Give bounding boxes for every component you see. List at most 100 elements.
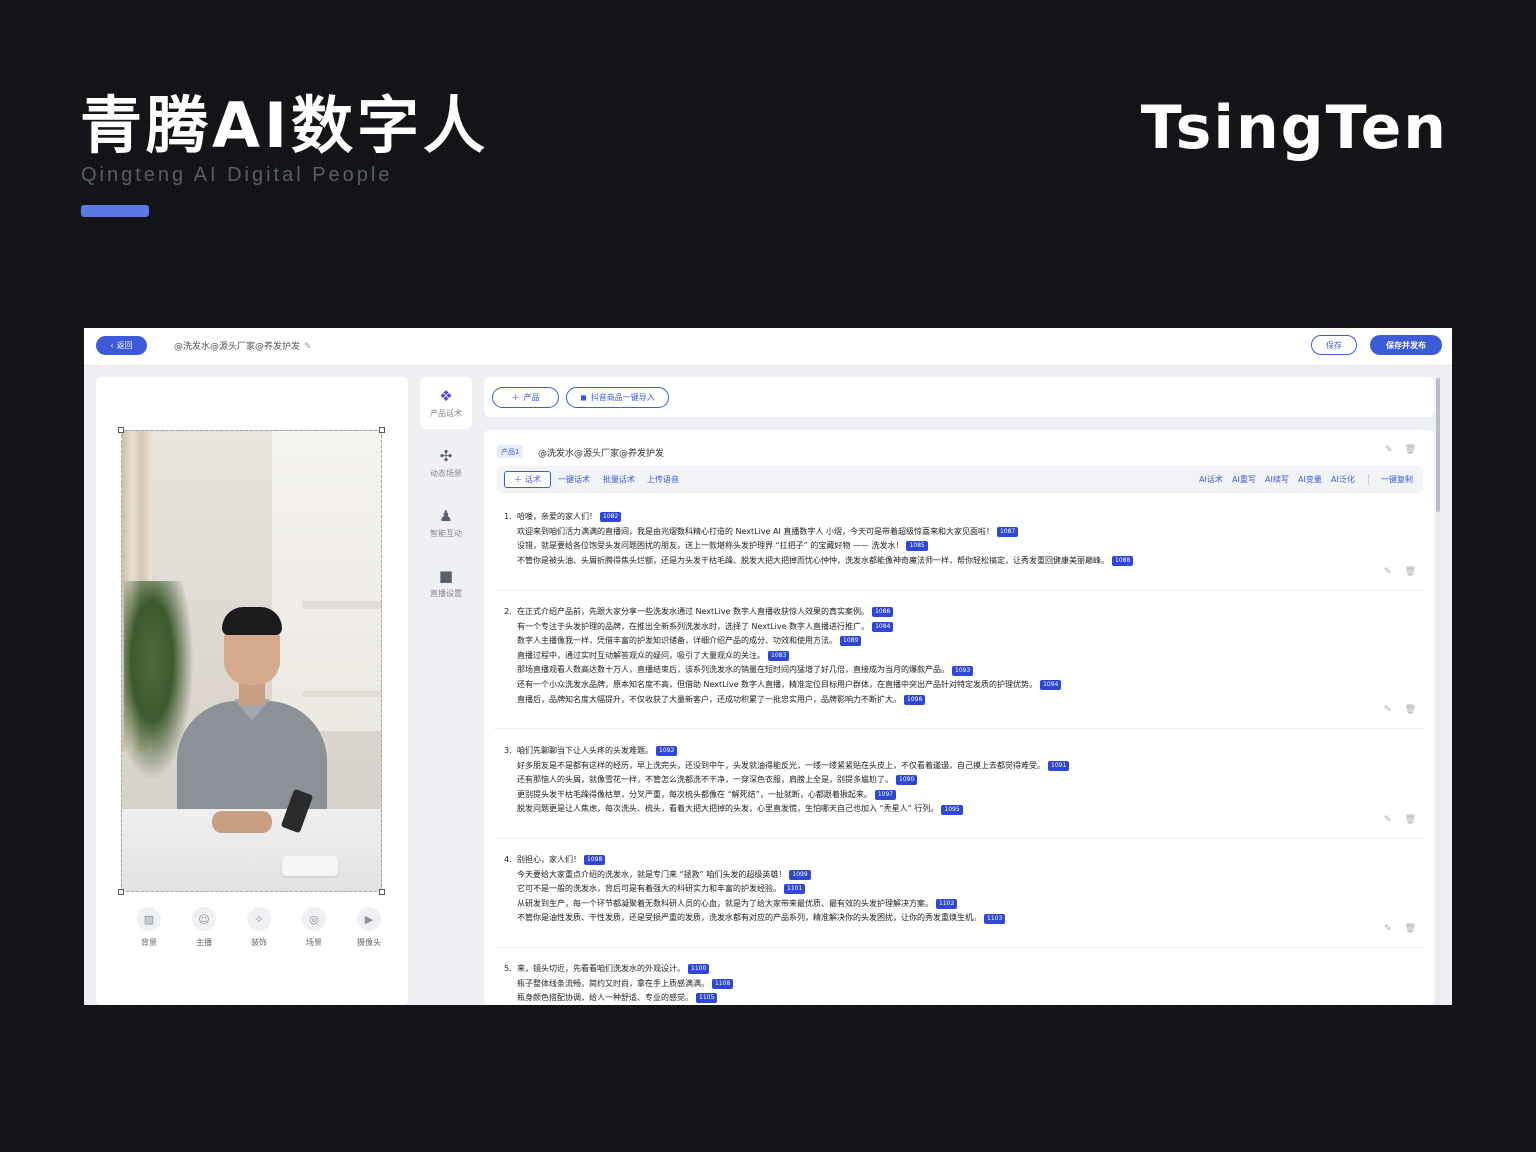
script-line[interactable]: 还有那恼人的头屑，就像雪花一样，不管怎么洗都洗不干净，一穿深色衣服，肩膀上全是，… (504, 773, 1414, 788)
script-block: 1. 哈喽，亲爱的家人们！ 1082 欢迎来到咱们活力满满的直播间，我是由兆熠数科精… (504, 510, 1414, 568)
tool-label: 场景 (306, 938, 322, 947)
bag-icon: ◼ (580, 393, 587, 402)
script-line[interactable]: 1. 哈喽，亲爱的家人们！ 1082 (504, 510, 1414, 525)
script-line[interactable]: 那场直播观看人数高达数十万人，直播结束后，该系列洗发水的销量在短时间内猛增了好几… (504, 663, 1414, 678)
trash-icon[interactable]: 🗑 (1405, 815, 1416, 825)
script-line[interactable]: 没错，就是要给各位饱受头发问题困扰的朋友，送上一款堪称头发护理界 “扛把子” 的… (504, 539, 1414, 554)
edit-icon[interactable]: ✎ (1384, 815, 1392, 825)
trash-icon[interactable]: 🗑 (1405, 705, 1416, 715)
line-text: 别担心，家人们！ (517, 855, 581, 864)
script-block: 5. 来，镜头切近，先看看咱们洗发水的外观设计。 1100 瓶子整体线条流畅，简约又… (504, 962, 1414, 1005)
nav-smart-interaction[interactable]: ♟ 智能互动 (420, 497, 472, 549)
copy-all-link[interactable]: 一键复制 (1381, 474, 1413, 485)
plus-icon: ＋ (514, 475, 522, 484)
nav-product-script[interactable]: ❖ 产品话术 (420, 377, 472, 429)
product-tag: 产品1 (497, 445, 524, 458)
script-line[interactable]: 3. 咱们先聊聊当下让人头疼的头发难题。 1092 (504, 744, 1414, 759)
script-block: 2. 在正式介绍产品前，先跟大家分享一些洗发水通过 NextLive 数字人直播收… (504, 605, 1414, 707)
ai-variable-link[interactable]: AI变量 (1298, 474, 1322, 485)
script-line[interactable]: 直播过程中，通过实时互动解答观众的疑问，吸引了大量观众的关注。 1083 (504, 649, 1414, 664)
save-button[interactable]: 保存 (1311, 335, 1357, 355)
robot-icon: ♟ (439, 506, 453, 525)
one-click-script-link[interactable]: 一键话术 (558, 474, 590, 485)
tool-background[interactable]: ▨ 背景 (129, 907, 169, 948)
nav-dynamic-scene[interactable]: ✣ 动态场景 (420, 437, 472, 489)
upload-voice-link[interactable]: 上传语音 (647, 474, 679, 485)
script-line[interactable]: 不管你是被头油、头屑折腾得焦头烂额，还是为头发干枯毛躁、脱发大把大把掉而忧心忡忡… (504, 554, 1414, 569)
edit-icon[interactable]: ✎ (1384, 705, 1392, 715)
tool-scene[interactable]: ◎ 场景 (294, 907, 334, 948)
ai-rewrite-link[interactable]: AI重写 (1232, 474, 1256, 485)
trash-icon[interactable]: 🗑 (1405, 924, 1416, 934)
line-text: 瓶身颜色搭配协调，给人一种舒适、专业的感觉。 (517, 993, 693, 1003)
script-line[interactable]: 直播后，品牌知名度大幅提升，不仅收获了大量新客户，还成功积累了一批忠实用户，品牌… (504, 693, 1414, 708)
nav-label: 产品话术 (430, 408, 462, 418)
script-line[interactable]: 瓶身颜色搭配协调，给人一种舒适、专业的感觉。 1105 (504, 991, 1414, 1005)
script-line[interactable]: 4. 别担心，家人们！ 1098 (504, 853, 1414, 868)
script-line[interactable]: 今天要给大家重点介绍的洗发水，就是专门来 “拯救” 咱们头发的超级英雄！ 1099 (504, 868, 1414, 883)
edit-icon[interactable]: ✎ (1384, 924, 1392, 934)
batch-script-link[interactable]: 批量话术 (603, 474, 635, 485)
nav-live-settings[interactable]: ■ 直播设置 (420, 557, 472, 609)
script-line[interactable]: 好多朋友是不是都有这样的经历，早上洗完头，还没到中午，头发就油得能反光，一缕一缕… (504, 759, 1414, 774)
wand-icon: ✧ (247, 907, 271, 931)
line-id-badge: 1090 (896, 775, 918, 786)
resize-handle[interactable] (379, 889, 385, 895)
script-line[interactable]: 不管你是油性发质、干性发质，还是受损严重的发质，洗发水都有对应的产品系列，精准解… (504, 911, 1414, 926)
trash-icon[interactable]: 🗑 (1405, 445, 1416, 455)
resize-handle[interactable] (118, 427, 124, 433)
script-line[interactable]: 脱发问题更是让人焦虑，每次洗头、梳头，看着大把大把掉的头发，心里直发慌，生怕哪天… (504, 802, 1414, 817)
line-id-badge: 1085 (906, 541, 928, 552)
tool-label: 装饰 (251, 938, 267, 947)
ai-continue-link[interactable]: AI续写 (1265, 474, 1289, 485)
script-line[interactable]: 它可不是一般的洗发水，背后可是有着强大的科研实力和丰富的护发经验。 1101 (504, 882, 1414, 897)
edit-icon[interactable]: ✎ (1385, 445, 1393, 455)
script-block: 3. 咱们先聊聊当下让人头疼的头发难题。 1092 好多朋友是不是都有这样的经历，早… (504, 744, 1414, 817)
document-title[interactable]: @洗发水@源头厂家@养发护发 ✎ (174, 339, 312, 352)
ai-script-link[interactable]: AI话术 (1199, 474, 1223, 485)
line-text: 不管你是油性发质、干性发质，还是受损严重的发质，洗发水都有对应的产品系列，精准解… (517, 913, 981, 923)
document-title-text: @洗发水@源头厂家@养发护发 (174, 342, 301, 352)
line-text: 直播过程中，通过实时互动解答观众的疑问，吸引了大量观众的关注。 (517, 650, 765, 660)
trash-icon[interactable]: 🗑 (1405, 567, 1416, 577)
digital-human-preview[interactable] (121, 430, 382, 892)
script-line[interactable]: 欢迎来到咱们活力满满的直播间，我是由兆熠数科精心打造的 NextLive AI … (504, 525, 1414, 540)
back-button[interactable]: ‹ 返回 (96, 336, 147, 355)
preview-panel: ▨ 背景 ☺ 主播 ✧ 装饰 ◎ 场景 ▶ 摄像头 (96, 377, 408, 1005)
tool-decoration[interactable]: ✧ 装饰 (239, 907, 279, 948)
script-line[interactable]: 还有一个小众洗发水品牌，原本知名度不高，但借助 NextLive 数字人直播，精… (504, 678, 1414, 693)
tool-label: 背景 (141, 938, 157, 947)
script-line[interactable]: 2. 在正式介绍产品前，先跟大家分享一些洗发水通过 NextLive 数字人直播收… (504, 605, 1414, 620)
plus-icon: ＋ (511, 393, 520, 402)
tool-anchor[interactable]: ☺ 主播 (184, 907, 224, 948)
resize-handle[interactable] (118, 889, 124, 895)
script-line[interactable]: 数字人主播像我一样，凭借丰富的护发知识储备，详细介绍产品的成分、功效和使用方法。… (504, 634, 1414, 649)
douyin-import-button[interactable]: ◼ 抖音商品一键导入 (566, 387, 669, 408)
line-text: 还有那恼人的头屑，就像雪花一样，不管怎么洗都洗不干净，一穿深色衣服，肩膀上全是，… (517, 775, 893, 785)
script-line[interactable]: 从研发到生产，每一个环节都凝聚着无数科研人员的心血，就是为了给大家带来最优质、最… (504, 897, 1414, 912)
product-bar: ＋ 产品 ◼ 抖音商品一键导入 (484, 377, 1434, 417)
scrollbar-thumb[interactable] (1436, 378, 1440, 512)
tool-camera[interactable]: ▶ 摄像头 (349, 907, 389, 948)
line-id-badge: 1083 (768, 651, 790, 662)
line-id-badge: 1103 (984, 913, 1006, 924)
scene-icon: ◎ (302, 907, 326, 931)
ai-generalize-link[interactable]: AI泛化 (1331, 474, 1355, 485)
add-script-button[interactable]: ＋ 话术 (504, 471, 551, 488)
camera-icon: ▶ (357, 907, 381, 931)
dynamic-scene-icon: ✣ (439, 446, 453, 465)
script-line[interactable]: 5. 来，镜头切近，先看看咱们洗发水的外观设计。 1100 (504, 962, 1414, 977)
script-line[interactable]: 瓶子整体线条流畅，简约又时尚，拿在手上质感满满。 1108 (504, 977, 1414, 992)
resize-handle[interactable] (379, 427, 385, 433)
brand-logo: TsingTen (1140, 93, 1448, 163)
script-line[interactable]: 更别提头发干枯毛躁得像枯草，分叉严重，每次梳头都像在 “解死结”，一扯就断，心都… (504, 788, 1414, 803)
edit-icon[interactable]: ✎ (304, 342, 312, 352)
line-text: 不管你是被头油、头屑折腾得焦头烂额，还是为头发干枯毛躁、脱发大把大把掉而忧心忡忡… (517, 555, 1109, 565)
edit-icon[interactable]: ✎ (1384, 567, 1392, 577)
save-and-publish-button[interactable]: 保存并发布 (1370, 335, 1442, 355)
add-product-button[interactable]: ＋ 产品 (492, 387, 559, 408)
line-id-badge: 1097 (874, 790, 897, 801)
script-line[interactable]: 有一个专注于头发护理的品牌，在推出全新系列洗发水时，选择了 NextLive 数… (504, 620, 1414, 635)
video-icon: ■ (438, 566, 454, 585)
brand-subtitle: Qingteng AI Digital People (81, 164, 393, 186)
